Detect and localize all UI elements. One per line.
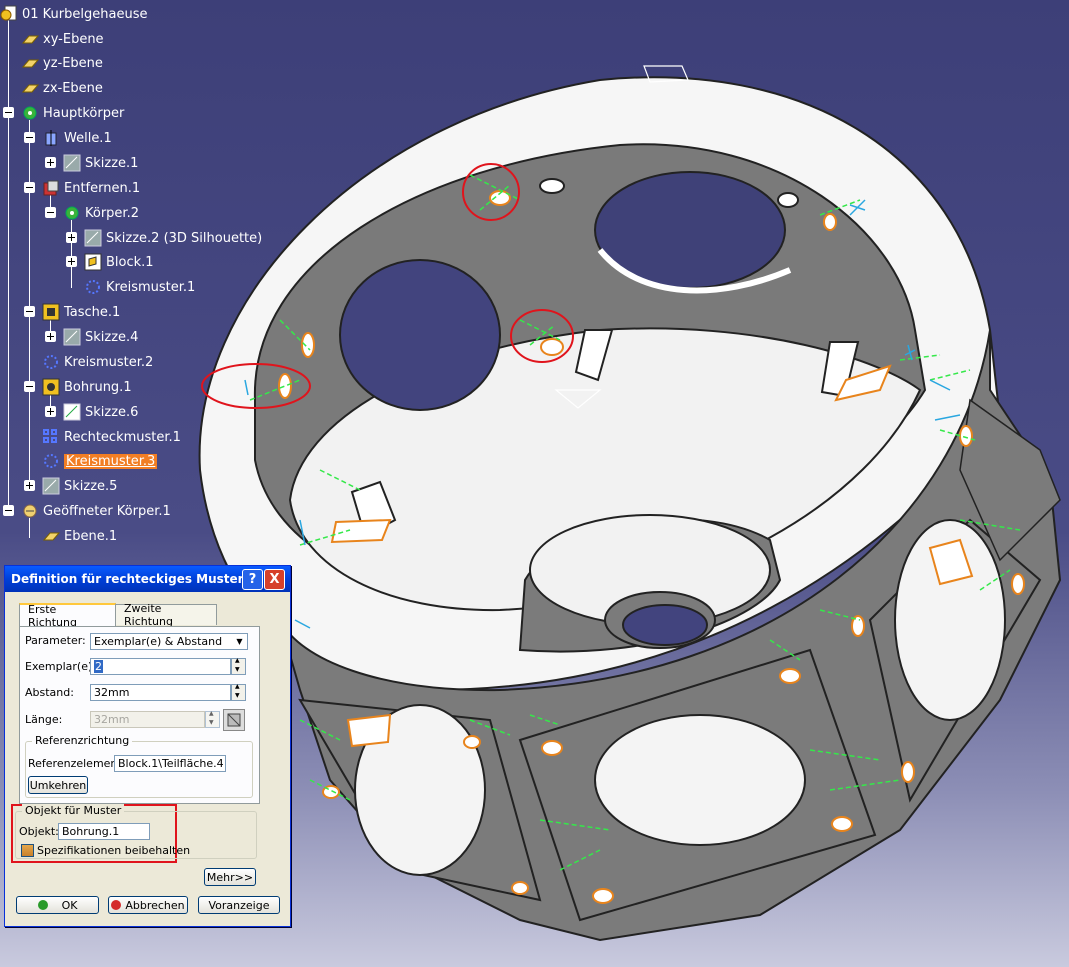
help-button[interactable]: ? [242,569,263,590]
body-icon [21,104,39,122]
tree-item-block-1[interactable]: Block.1 [84,251,154,273]
expand-toggle[interactable] [66,256,77,267]
referenzrichtung-group: Referenzrichtung Referenzelement: Block.… [25,734,253,798]
wall-window-2 [339,259,501,411]
tree-item-welle-1[interactable]: Welle.1 [42,127,112,149]
tab-erste-richtung[interactable]: Erste Richtung [19,603,116,629]
cancel-icon [111,900,122,910]
tree-item-koerper-2[interactable]: Körper.2 [63,202,139,224]
measure-icon[interactable] [223,709,245,731]
body-icon [63,204,81,222]
objekt-group: Objekt für Muster Objekt: Bohrung.1 Spez… [15,804,257,859]
collapse-toggle[interactable] [45,207,56,218]
expand-toggle[interactable] [45,406,56,417]
tree-item-bohrung-1[interactable]: Bohrung.1 [42,376,132,398]
pad-icon [84,253,102,271]
umkehren-button[interactable]: Umkehren [28,776,88,794]
chevron-down-icon: ▼ [236,637,243,646]
collapse-toggle[interactable] [24,182,35,193]
expand-toggle[interactable] [66,232,77,243]
tree-item-entfernen-1[interactable]: Entfernen.1 [42,177,140,199]
tree-item-zx-ebene[interactable]: zx-Ebene [21,77,103,99]
specification-tree: 01 Kurbelgehaeuse xy-Ebene yz-Ebene zx-E… [0,0,300,560]
sketch-icon [63,328,81,346]
laenge-label: Länge: [25,713,63,726]
collapse-toggle[interactable] [24,306,35,317]
pocket-icon [42,303,60,321]
tree-item-tasche-1[interactable]: Tasche.1 [42,301,120,323]
tree-item-skizze-6[interactable]: Skizze.6 [63,401,138,423]
ok-button[interactable]: OK [16,896,99,914]
tree-item-ebene-1[interactable]: Ebene.1 [42,525,117,547]
objekt-input[interactable]: Bohrung.1 [58,823,150,840]
collapse-toggle[interactable] [3,505,14,516]
expand-toggle[interactable] [24,480,35,491]
part-icon [0,5,18,23]
shaft-icon [42,129,60,147]
dialog-titlebar[interactable]: Definition für rechteckiges Muster ? X [5,566,290,592]
referenzelement-input[interactable]: Block.1\Teilfläche.4 [114,755,226,772]
laenge-stepper [205,710,220,728]
remove-icon [42,179,60,197]
sketch-icon [42,477,60,495]
hole-icon [42,378,60,396]
tree-item-rechteckmuster-1[interactable]: Rechteckmuster.1 [42,426,181,448]
plane-icon [21,30,40,48]
referenzelement-label: Referenzelement: [28,757,126,770]
circular-pattern-icon [84,278,102,296]
expand-toggle[interactable] [45,331,56,342]
mehr-button[interactable]: Mehr>> [204,868,256,886]
tree-item-kreismuster-3[interactable]: Kreismuster.3 [42,450,158,472]
spezifikationen-label: Spezifikationen beibehalten [37,844,191,857]
rect-pattern-dialog: Definition für rechteckiges Muster ? X E… [4,565,291,927]
sketch-icon [63,154,81,172]
objekt-label: Objekt: [19,825,59,838]
dialog-title: Definition für rechteckiges Muster [11,572,244,586]
ok-icon [37,900,48,910]
exemplare-label: Exemplar(e): [25,660,96,673]
tab-zweite-richtung[interactable]: Zweite Richtung [115,602,217,628]
close-button[interactable]: X [264,569,285,590]
tree-item-skizze-2[interactable]: Skizze.2 (3D Silhouette) [84,227,262,249]
exemplare-stepper[interactable] [231,657,246,675]
spezifikationen-checkbox[interactable] [21,844,34,857]
sketch-icon [63,403,81,421]
collapse-toggle[interactable] [24,132,35,143]
plane-icon [21,54,40,72]
tree-item-skizze-4[interactable]: Skizze.4 [63,326,138,348]
abstand-input[interactable]: 32mm [90,684,231,701]
tree-root[interactable]: 01 Kurbelgehaeuse [0,3,147,25]
tree-item-skizze-1[interactable]: Skizze.1 [63,152,138,174]
collapse-toggle[interactable] [24,381,35,392]
tree-item-xy-ebene[interactable]: xy-Ebene [21,28,104,50]
exemplare-input[interactable]: 2 [90,658,231,675]
voranzeige-button[interactable]: Voranzeige [198,896,280,914]
abbrechen-button[interactable]: Abbrechen [108,896,188,914]
plane-icon [21,79,40,97]
tree-item-yz-ebene[interactable]: yz-Ebene [21,52,103,74]
abstand-stepper[interactable] [231,683,246,701]
parameter-label: Parameter: [25,634,86,647]
tree-item-hauptkoerper[interactable]: Hauptkörper [21,102,124,124]
expand-toggle[interactable] [45,157,56,168]
collapse-toggle[interactable] [3,107,14,118]
laenge-input: 32mm [90,711,205,728]
parameter-select[interactable]: Exemplar(e) & Abstand ▼ [90,633,248,650]
plane-icon [42,527,61,545]
tree-item-kreismuster-2[interactable]: Kreismuster.2 [42,351,153,373]
sketch-icon [84,229,102,247]
tab-panel: Parameter: Exemplar(e) & Abstand ▼ Exemp… [19,626,260,804]
abstand-label: Abstand: [25,686,74,699]
tree-item-kreismuster-1[interactable]: Kreismuster.1 [84,276,195,298]
rectangular-pattern-icon [42,428,60,446]
open-body-icon [21,502,39,520]
circular-pattern-icon [42,353,60,371]
circular-pattern-icon [42,452,60,470]
tree-item-geoeffneter-koerper-1[interactable]: Geöffneter Körper.1 [21,500,171,522]
tree-item-skizze-5[interactable]: Skizze.5 [42,475,117,497]
